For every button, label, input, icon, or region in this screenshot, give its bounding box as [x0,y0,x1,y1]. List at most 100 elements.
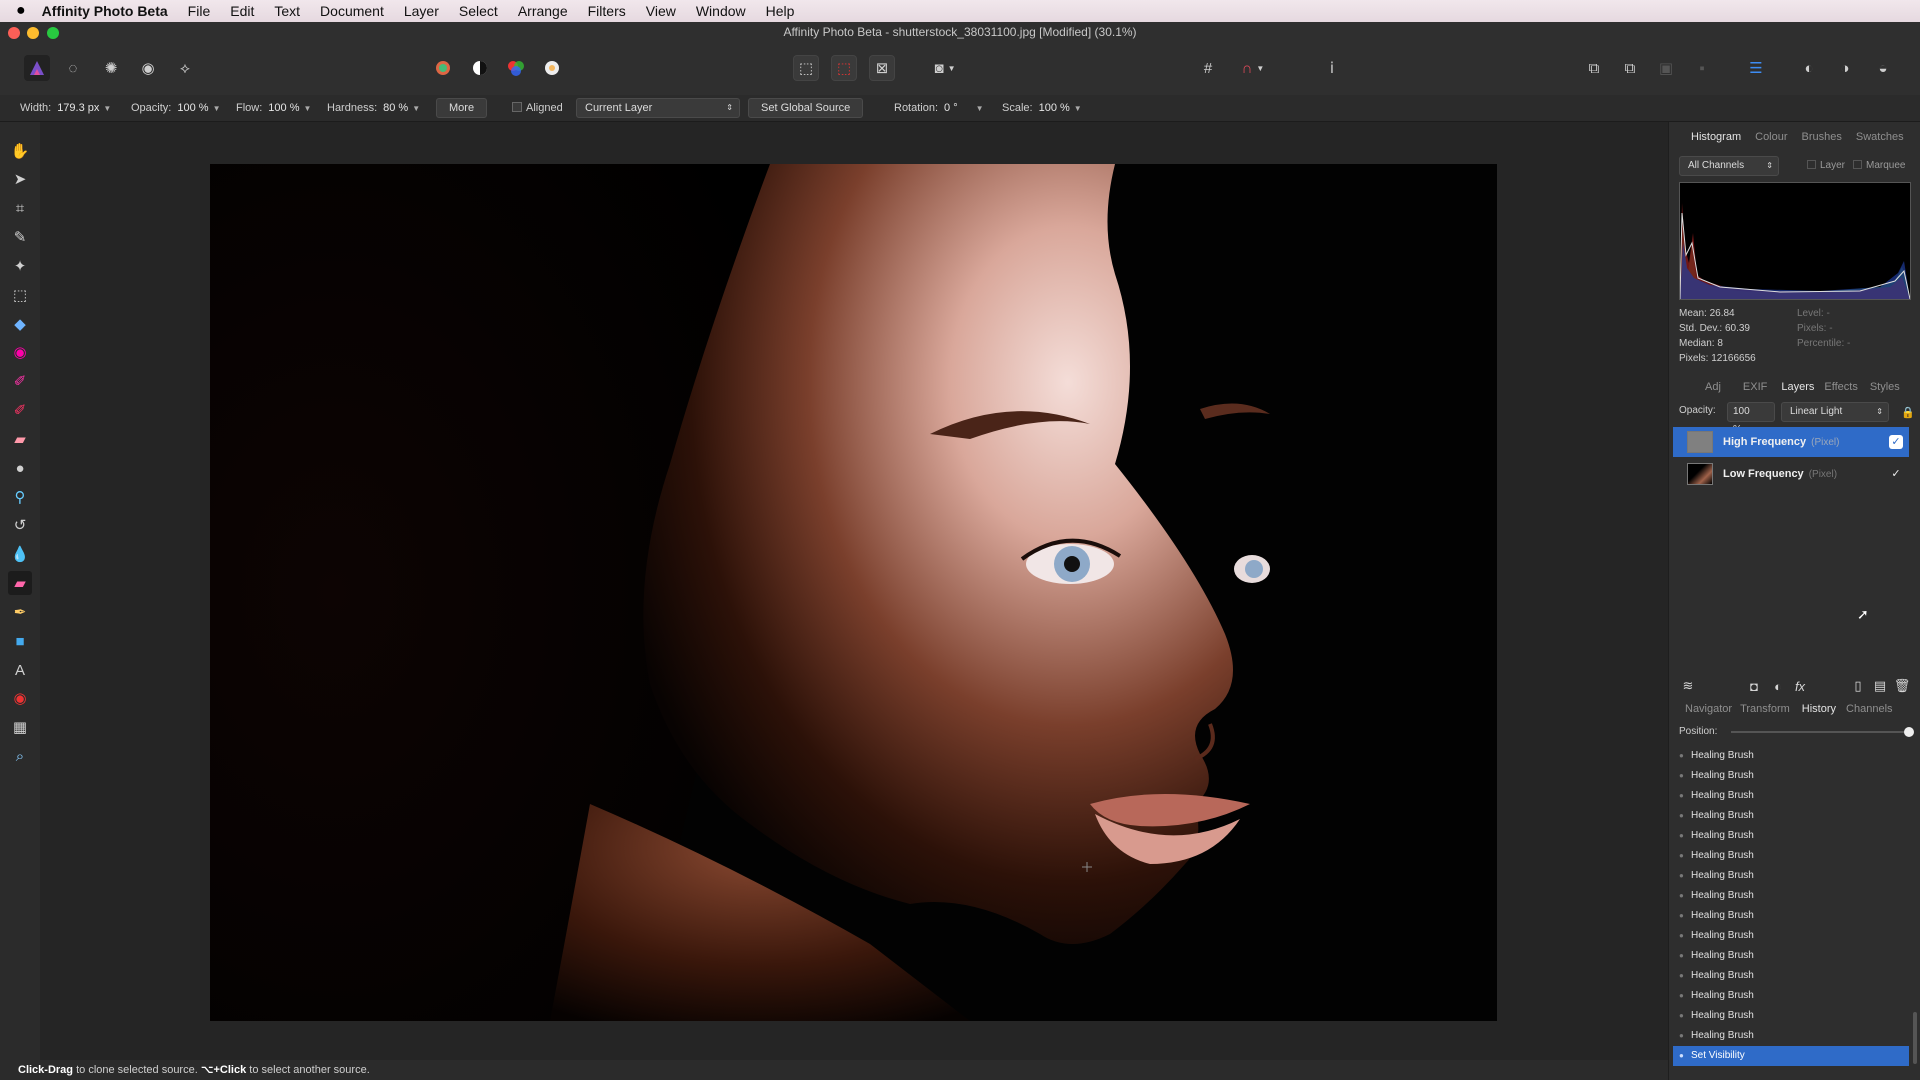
boolean-intersect-icon[interactable]: ◒ [1870,55,1896,81]
dodge-brush-tool-icon[interactable]: ● [8,456,32,480]
history-item[interactable]: ● Healing Brush [1673,966,1909,986]
clone-brush-tool-icon[interactable]: ⚲ [8,485,32,509]
set-global-source-button[interactable]: Set Global Source [748,98,864,118]
menu-window[interactable]: Window [696,3,746,19]
history-scrollbar[interactable] [1913,1012,1917,1064]
erase-brush-tool-icon[interactable]: ▰ [8,427,32,451]
menu-text[interactable]: Text [274,3,300,19]
layer-visibility-checkbox[interactable]: ✓ [1889,467,1903,481]
marquee-checkbox-box[interactable] [1853,160,1862,169]
chevron-down-icon[interactable]: ▼ [412,104,420,113]
order-front-icon[interactable]: ▣ [1653,55,1679,81]
auto-levels-icon[interactable] [430,55,456,81]
marquee-checkbox[interactable]: Marquee [1853,160,1905,171]
snapping-magnet-icon[interactable]: ∩ ▼ [1233,55,1273,81]
photo-persona-icon[interactable] [24,55,50,81]
healing-brush-tool-icon[interactable]: ▰ [8,571,32,595]
minimize-window-button[interactable] [27,27,39,39]
layer-visibility-checkbox[interactable]: ✓ [1889,435,1903,449]
flood-select-tool-icon[interactable]: ✦ [8,254,32,278]
history-item[interactable]: ● Healing Brush [1673,946,1909,966]
menu-arrange[interactable]: Arrange [518,3,568,19]
new-pixel-layer-icon[interactable]: ▤ [1871,677,1889,695]
history-item[interactable]: ● Healing Brush [1673,906,1909,926]
export-persona-icon[interactable]: ⟡ [172,55,198,81]
red-eye-tool-icon[interactable]: ◉ [8,686,32,710]
gradient-tool-icon[interactable]: ◉ [8,340,32,364]
mesh-warp-tool-icon[interactable]: ▦ [8,715,32,739]
width-value[interactable]: 179.3 px [57,102,99,114]
chevron-down-icon[interactable]: ▼ [303,104,311,113]
menu-view[interactable]: View [646,3,676,19]
history-item[interactable]: ● Healing Brush [1673,766,1909,786]
menu-edit[interactable]: Edit [230,3,254,19]
history-item[interactable]: ● Healing Brush [1673,866,1909,886]
develop-persona-icon[interactable]: ✺ [98,55,124,81]
color-replacement-tool-icon[interactable]: ✐ [8,398,32,422]
opacity-control[interactable]: Opacity: 100 % ▼ [131,102,220,114]
apple-icon[interactable]: ● [16,2,26,20]
tab-brushes[interactable]: Brushes [1802,131,1842,143]
flow-value[interactable]: 100 % [268,102,299,114]
selection-marquee-icon[interactable]: ⬚ [793,55,819,81]
text-tool-icon[interactable]: A [8,658,32,682]
order-back-icon[interactable]: ⧉ [1581,55,1607,81]
snapping-grid-icon[interactable]: # [1195,55,1221,81]
tab-transform[interactable]: Transform [1740,703,1790,715]
tab-swatches[interactable]: Swatches [1856,131,1904,143]
layer-row-high-frequency[interactable]: High Frequency (Pixel) ✓ [1673,427,1909,457]
history-item[interactable]: ● Healing Brush [1673,926,1909,946]
app-name-menu[interactable]: Affinity Photo Beta [42,3,168,19]
view-hand-tool-icon[interactable]: ✋ [8,139,32,163]
zoom-tool-icon[interactable]: ⌕ [8,744,32,768]
fx-icon[interactable]: fx [1791,677,1809,695]
order-forward-icon[interactable]: ⧉ [1617,55,1643,81]
source-layer-select[interactable]: Current Layer ⇕ [576,98,740,118]
zoom-window-button[interactable] [47,27,59,39]
crop-tool-icon[interactable]: ⌗ [8,196,32,220]
chevron-down-icon[interactable]: ▼ [213,104,221,113]
layer-row-low-frequency[interactable]: Low Frequency (Pixel) ✓ [1673,459,1909,489]
document-photo[interactable] [210,164,1497,1021]
shape-tool-icon[interactable]: ■ [8,629,32,653]
history-item[interactable]: ● Healing Brush [1673,886,1909,906]
selection-brush-tool-icon[interactable]: ✎ [8,225,32,249]
tab-histogram[interactable]: Histogram [1691,131,1741,143]
menu-filters[interactable]: Filters [588,3,626,19]
chevron-down-icon[interactable]: ▼ [1074,104,1082,113]
menu-select[interactable]: Select [459,3,498,19]
scale-value[interactable]: 100 % [1039,102,1070,114]
opacity-value[interactable]: 100 % [177,102,208,114]
tab-navigator[interactable]: Navigator [1685,703,1732,715]
rotation-control[interactable]: Rotation: 0 ° ▼ [894,102,984,114]
width-control[interactable]: Width: 179.3 px ▼ [20,102,111,114]
canvas-area[interactable] [40,122,1668,1060]
tab-colour[interactable]: Colour [1755,131,1787,143]
deselect-icon[interactable]: ⬚ [831,55,857,81]
layers-stack-icon[interactable]: ≋ [1679,677,1697,695]
tone-mapping-persona-icon[interactable]: ◉ [135,55,161,81]
flood-fill-tool-icon[interactable]: ◆ [8,312,32,336]
history-item[interactable]: ● Healing Brush [1673,846,1909,866]
auto-contrast-icon[interactable] [467,55,493,81]
aligned-checkbox-box[interactable] [512,102,522,112]
paint-brush-tool-icon[interactable]: ✐ [8,369,32,393]
menu-layer[interactable]: Layer [404,3,439,19]
blend-mode-select[interactable]: Linear Light ⇕ [1781,402,1889,422]
history-item[interactable]: ● Healing Brush [1673,1026,1909,1046]
move-tool-icon[interactable]: ➤ [8,167,32,191]
blur-brush-tool-icon[interactable]: 💧 [8,542,32,566]
auto-colours-icon[interactable] [503,55,529,81]
boolean-subtract-icon[interactable]: ◑ [1832,55,1858,81]
pen-tool-icon[interactable]: ✒ [8,600,32,624]
align-icon[interactable]: ☰ [1743,55,1769,81]
tab-channels[interactable]: Channels [1846,703,1892,715]
auto-white-balance-icon[interactable] [539,55,565,81]
tab-effects[interactable]: Effects [1824,381,1857,393]
aligned-checkbox[interactable]: Aligned [512,102,563,114]
flow-control[interactable]: Flow: 100 % ▼ [236,102,311,114]
scale-control[interactable]: Scale: 100 % ▼ [1002,102,1082,114]
tab-layers[interactable]: Layers [1781,381,1814,393]
liquify-persona-icon[interactable]: ◌ [60,55,86,81]
history-slider-handle[interactable] [1904,727,1914,737]
